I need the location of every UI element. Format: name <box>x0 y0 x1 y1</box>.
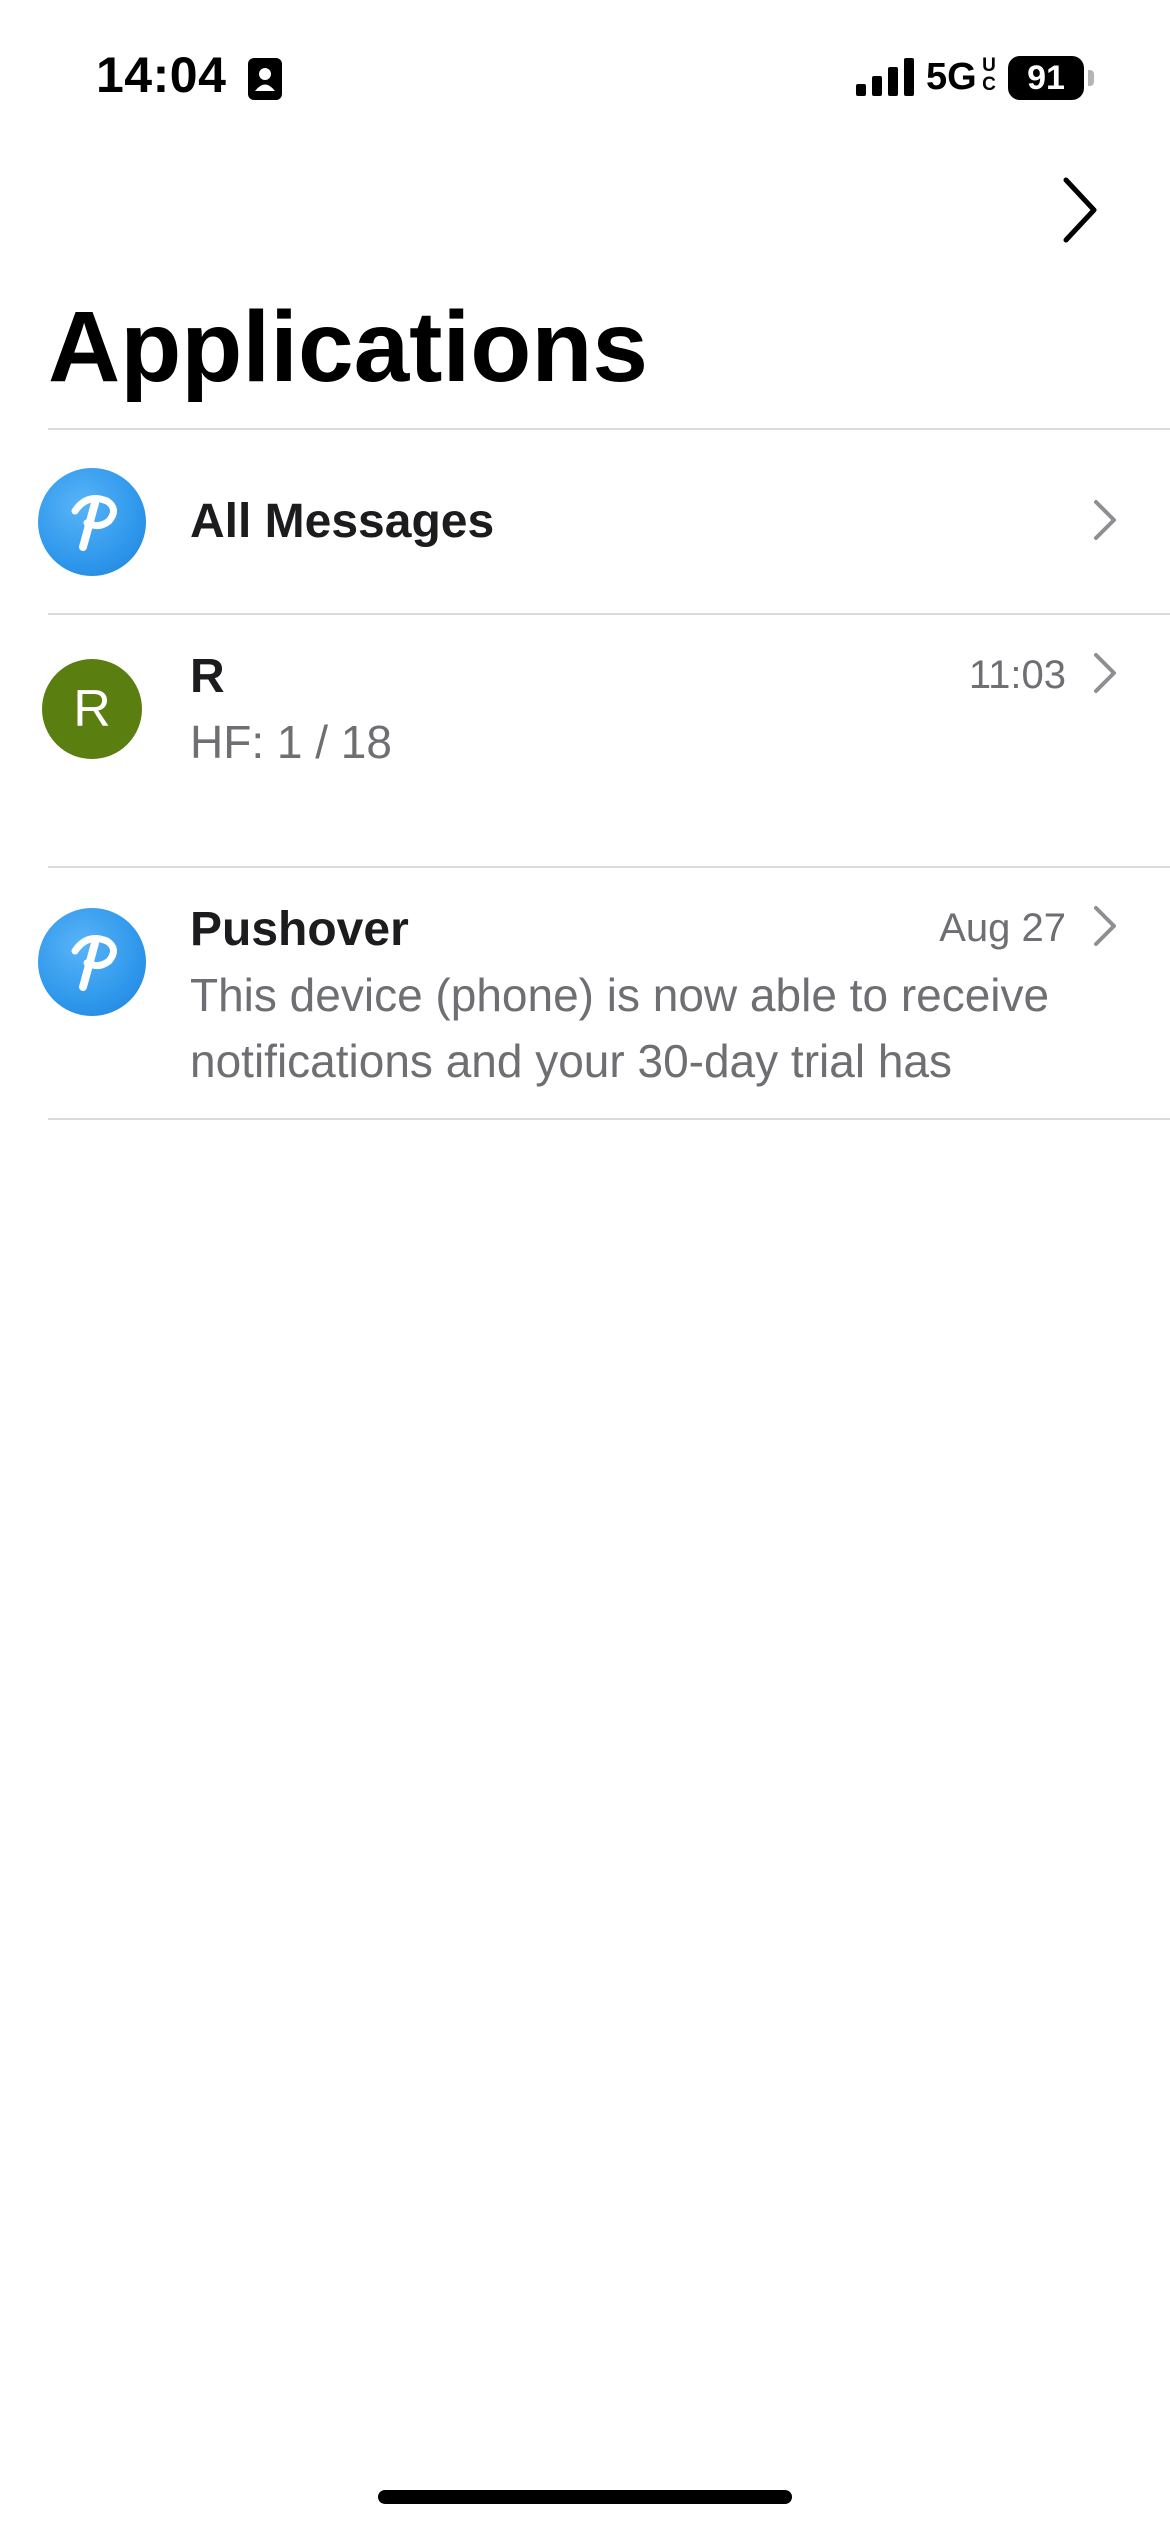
list-item-time: 11:03 <box>968 653 1066 697</box>
list-item-title: All Messages <box>190 495 495 548</box>
network-suffix-bottom: C <box>982 74 996 95</box>
list-item-body: HF: 1 / 18 <box>190 716 392 768</box>
chevron-right-icon <box>1094 906 1116 946</box>
chevron-right-icon[interactable] <box>1050 170 1110 250</box>
list-item-body: This device (phone) is now able to recei… <box>190 969 1050 1087</box>
list-item-title: R <box>190 650 225 703</box>
pushover-p-glyph <box>71 495 117 551</box>
page-title: Applications <box>48 291 649 403</box>
network-suffix-top: U <box>982 55 996 76</box>
avatar-letter: R <box>73 680 111 738</box>
contact-card-icon <box>248 58 282 100</box>
battery-level: 91 <box>1008 56 1084 100</box>
avatar: R <box>42 659 142 759</box>
battery-icon: 91 <box>1008 56 1094 100</box>
chevron-right-icon <box>1094 500 1116 540</box>
pushover-p-glyph <box>71 935 117 991</box>
list-item-all-messages[interactable]: All Messages <box>0 430 1170 614</box>
list-item-r[interactable]: R R 11:03 HF: 1 / 18 <box>0 615 1170 865</box>
list-item-pushover[interactable]: Pushover Aug 27 This device (phone) is n… <box>0 868 1170 1118</box>
status-time: 14:04 <box>96 47 227 103</box>
pushover-logo-icon <box>38 468 146 576</box>
list-item-title: Pushover <box>190 903 409 956</box>
chevron-right-icon <box>1094 653 1116 693</box>
list-item-time: Aug 27 <box>939 906 1066 950</box>
battery-cap <box>1088 70 1094 86</box>
divider <box>48 1118 1170 1120</box>
network-suffix: U C <box>980 56 998 94</box>
network-type: 5G <box>926 56 977 98</box>
status-bar: 14:04 5G U C 91 <box>0 0 1170 150</box>
pushover-logo-icon <box>38 908 146 1016</box>
signal-bars-icon <box>856 58 914 96</box>
home-indicator[interactable] <box>378 2490 792 2504</box>
